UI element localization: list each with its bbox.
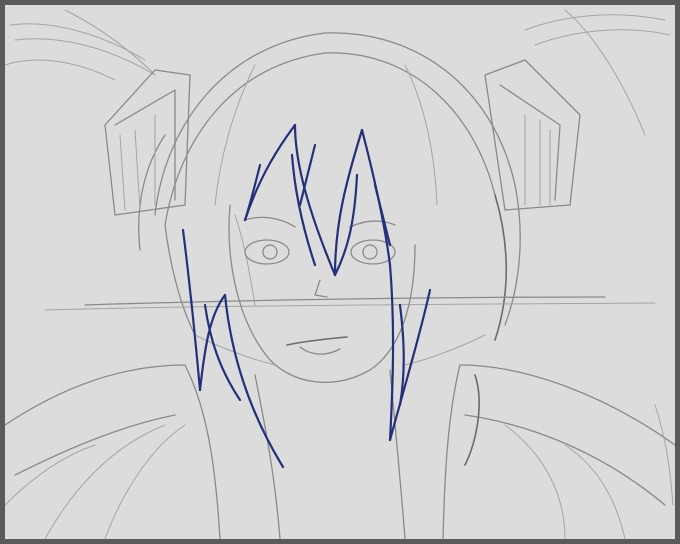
drawing-canvas[interactable]	[5, 5, 675, 539]
pencil-sketch-layer	[5, 9, 675, 539]
canvas-frame	[0, 0, 680, 544]
ink-hair-layer	[181, 123, 432, 469]
sketch-artwork	[5, 9, 675, 539]
